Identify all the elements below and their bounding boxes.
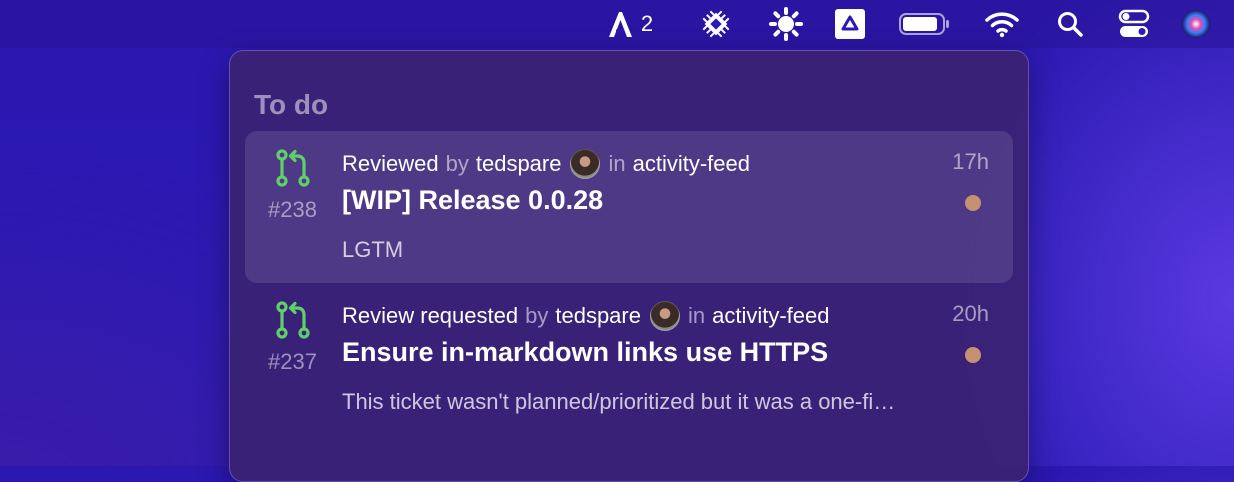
notification-item[interactable]: #238 Reviewed by tedspare in activity-fe… bbox=[245, 131, 1013, 283]
avatar bbox=[570, 149, 601, 179]
menu-extra-cpu[interactable] bbox=[698, 0, 734, 48]
menu-extra-drive[interactable] bbox=[833, 0, 867, 48]
drive-icon bbox=[835, 9, 865, 39]
pull-request-icon bbox=[276, 149, 310, 187]
in-label: in bbox=[608, 151, 626, 176]
notification-reason: Review requested bbox=[342, 303, 519, 328]
menu-bar: 2 bbox=[0, 0, 1234, 48]
notification-meta: Review requested by tedspare in activity… bbox=[342, 300, 830, 332]
menu-extra-app[interactable]: 2 bbox=[598, 0, 660, 48]
notification-body: LGTM bbox=[342, 237, 404, 262]
siri-icon bbox=[1182, 10, 1210, 38]
notification-title[interactable]: Ensure in-markdown links use HTTPS bbox=[342, 337, 828, 368]
pr-number: #238 bbox=[268, 197, 317, 222]
by-label: by bbox=[525, 303, 549, 328]
timestamp: 17h bbox=[952, 149, 989, 174]
search-icon bbox=[1058, 12, 1083, 37]
siri-button[interactable] bbox=[1180, 0, 1212, 48]
notification-meta: Reviewed by tedspare in activity-feed bbox=[342, 148, 750, 180]
app-badge-count: 2 bbox=[640, 11, 654, 36]
wifi-icon bbox=[985, 12, 1019, 38]
avatar bbox=[649, 301, 680, 331]
notification-body: This ticket wasn't planned/prioritized b… bbox=[342, 389, 896, 414]
repo-name[interactable]: activity-feed bbox=[633, 151, 750, 177]
control-center-button[interactable] bbox=[1117, 0, 1151, 48]
timestamp: 20h bbox=[952, 301, 989, 326]
notification-title[interactable]: [WIP] Release 0.0.28 bbox=[342, 185, 603, 216]
pull-request-icon bbox=[276, 301, 310, 339]
cpu-chip-icon bbox=[702, 10, 730, 38]
in-label: in bbox=[687, 303, 706, 328]
app-logo-icon bbox=[608, 12, 632, 37]
by-label: by bbox=[445, 151, 469, 176]
unread-dot bbox=[965, 347, 981, 363]
menu-extra-battery[interactable] bbox=[896, 0, 952, 48]
unread-dot bbox=[965, 195, 981, 211]
author-name[interactable]: tedspare bbox=[476, 151, 562, 177]
battery-icon bbox=[899, 13, 949, 35]
sun-icon bbox=[769, 7, 803, 41]
notifications-panel: To do #238 Reviewed by tedspare in activ… bbox=[229, 50, 1029, 482]
section-title: To do bbox=[254, 89, 329, 120]
author-name[interactable]: tedspare bbox=[555, 303, 641, 329]
notification-item[interactable]: #237 Review requested by tedspare in act… bbox=[245, 283, 1013, 435]
menu-extra-wifi[interactable] bbox=[983, 0, 1021, 48]
repo-name[interactable]: activity-feed bbox=[712, 303, 829, 329]
control-center-icon bbox=[1118, 9, 1150, 37]
pr-number: #237 bbox=[268, 349, 317, 374]
notification-reason: Reviewed bbox=[342, 151, 439, 176]
spotlight-button[interactable] bbox=[1055, 0, 1085, 48]
menu-extra-brightness[interactable] bbox=[768, 0, 804, 48]
